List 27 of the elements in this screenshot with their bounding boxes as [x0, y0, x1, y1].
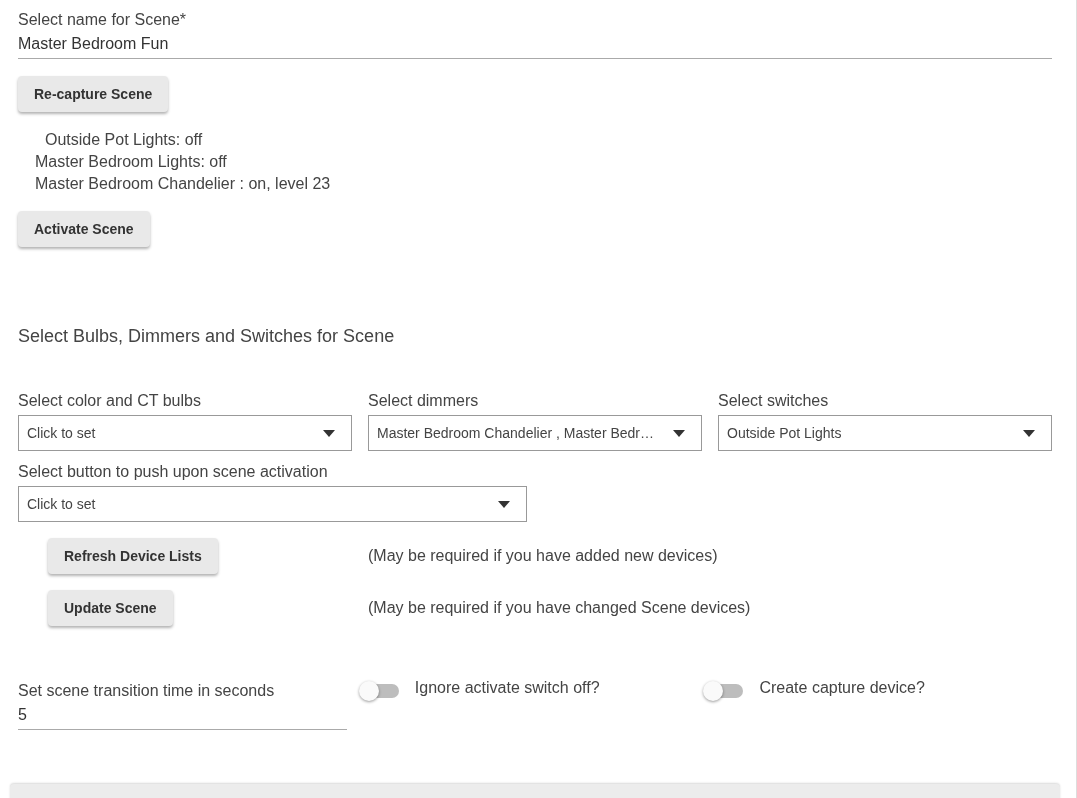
select-dropdown[interactable]: Outside Pot Lights: [718, 415, 1052, 451]
select-label: Select switches: [718, 391, 830, 411]
select-dropdown[interactable]: Click to set: [18, 486, 527, 522]
caret-icon: [673, 429, 685, 437]
captured-state-text: Master Bedroom Lights: off: [34, 152, 228, 171]
scene-name-field[interactable]: Select name for Scene* Master Bedroom Fun: [18, 10, 1052, 59]
select-label: Select dimmers: [368, 391, 480, 411]
section-title: Select Bulbs, Dimmers and Switches for Scene: [18, 325, 396, 348]
select-label: Select color and CT bulbs: [18, 391, 202, 411]
select-dropdown[interactable]: Click to set: [18, 415, 352, 451]
note-text: (May be required if you have added new devices): [368, 546, 718, 566]
action-button[interactable]: Refresh Device Lists: [48, 538, 218, 574]
caret-icon: [323, 429, 335, 437]
select-label: Select button to push upon scene activation: [18, 462, 329, 482]
action-button[interactable]: Activate Scene: [18, 211, 150, 247]
toggle-switch[interactable]: [362, 684, 399, 698]
caret-icon: [498, 500, 510, 508]
action-button[interactable]: Re-capture Scene: [18, 76, 169, 112]
select-dropdown[interactable]: Master Bedroom Chandelier , Master Bedr…: [368, 415, 702, 451]
action-button[interactable]: Update Scene: [48, 590, 173, 626]
toggle-label: Ignore activate switch off?: [414, 678, 600, 698]
note-text: (May be required if you have changed Scene devices): [368, 598, 751, 618]
captured-state-text: Master Bedroom Chandelier : on, level 23: [34, 174, 332, 193]
caret-icon: [1023, 429, 1035, 437]
transition-field[interactable]: Set scene transition time in seconds 5: [18, 681, 347, 730]
captured-state-text: Outside Pot Lights: off: [44, 130, 204, 149]
toggle-label: Create capture device?: [759, 678, 925, 698]
